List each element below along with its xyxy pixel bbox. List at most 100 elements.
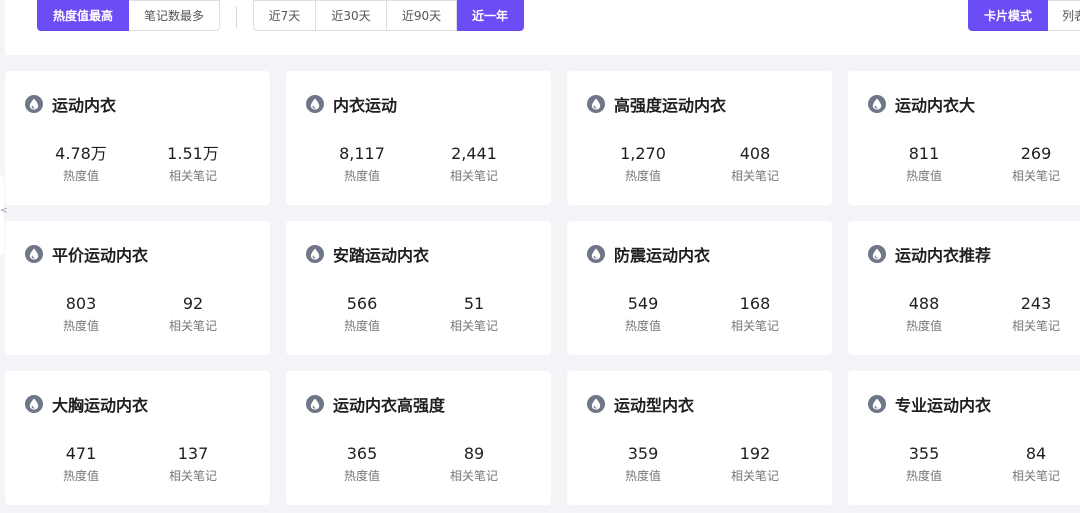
- notes-stat: 269 相关笔记: [986, 144, 1080, 183]
- keyword-card[interactable]: 专业运动内衣 355 热度值 84 相关笔记: [848, 371, 1080, 505]
- notes-label: 相关笔记: [449, 469, 498, 483]
- flame-icon: [868, 95, 886, 113]
- heat-value: 365: [346, 444, 378, 463]
- keyword-title: 运动内衣: [52, 96, 117, 115]
- keyword-card[interactable]: 高强度运动内衣 1,270 热度值 408 相关笔记: [567, 71, 832, 205]
- heat-stat: 359 热度值: [593, 444, 693, 483]
- card-title-row: 防震运动内衣: [587, 243, 710, 265]
- filter-toolbar: 热度值最高 笔记数最多 近7天 近30天 近90天 近一年 卡片模式 列表: [5, 0, 1080, 55]
- keyword-card[interactable]: 运动型内衣 359 热度值 192 相关笔记: [567, 371, 832, 505]
- notes-label: 相关笔记: [168, 469, 217, 483]
- heat-stat: 4.78万 热度值: [31, 144, 131, 183]
- heat-value: 549: [627, 294, 659, 313]
- heat-label: 热度值: [343, 319, 380, 333]
- keyword-title: 平价运动内衣: [52, 246, 149, 265]
- notes-label: 相关笔记: [449, 319, 498, 333]
- notes-label: 相关笔记: [1011, 169, 1060, 183]
- heat-label: 热度值: [343, 169, 380, 183]
- keyword-title: 运动型内衣: [614, 396, 695, 415]
- card-mode-button[interactable]: 卡片模式: [968, 0, 1048, 31]
- notes-label: 相关笔记: [449, 169, 498, 183]
- heat-stat: 566 热度值: [312, 294, 412, 333]
- card-title-row: 运动内衣大: [868, 93, 975, 115]
- heat-stat: 8,117 热度值: [312, 144, 412, 183]
- card-title-row: 高强度运动内衣: [587, 93, 726, 115]
- heat-value: 355: [908, 444, 940, 463]
- notes-stat: 168 相关笔记: [705, 294, 805, 333]
- notes-stat: 92 相关笔记: [143, 294, 243, 333]
- heat-stat: 803 热度值: [31, 294, 131, 333]
- notes-label: 相关笔记: [730, 319, 779, 333]
- heat-stat: 811 热度值: [874, 144, 974, 183]
- notes-stat: 243 相关笔记: [986, 294, 1080, 333]
- range-1y-button[interactable]: 近一年: [457, 0, 524, 31]
- keyword-card[interactable]: 平价运动内衣 803 热度值 92 相关笔记: [5, 221, 270, 355]
- notes-stat: 84 相关笔记: [986, 444, 1080, 483]
- flame-icon: [587, 95, 605, 113]
- card-title-row: 平价运动内衣: [25, 243, 148, 265]
- keyword-card[interactable]: 运动内衣 4.78万 热度值 1.51万 相关笔记: [5, 71, 270, 205]
- notes-stat: 89 相关笔记: [424, 444, 524, 483]
- keyword-title: 安踏运动内衣: [333, 246, 430, 265]
- flame-icon: [868, 395, 886, 413]
- heat-value: 566: [346, 294, 378, 313]
- heat-stat: 549 热度值: [593, 294, 693, 333]
- range-7d-button[interactable]: 近7天: [253, 0, 316, 31]
- flame-icon: [587, 245, 605, 263]
- keyword-card[interactable]: 运动内衣大 811 热度值 269 相关笔记: [848, 71, 1080, 205]
- notes-value: 243: [1020, 294, 1052, 313]
- heat-stat: 1,270 热度值: [593, 144, 693, 183]
- keyword-card[interactable]: 防震运动内衣 549 热度值 168 相关笔记: [567, 221, 832, 355]
- heat-label: 热度值: [343, 469, 380, 483]
- keyword-title: 大胸运动内衣: [52, 396, 149, 415]
- keyword-title: 高强度运动内衣: [614, 96, 727, 115]
- keyword-title: 内衣运动: [333, 96, 398, 115]
- notes-label: 相关笔记: [730, 169, 779, 183]
- keyword-card[interactable]: 大胸运动内衣 471 热度值 137 相关笔记: [5, 371, 270, 505]
- sort-by-notes-button[interactable]: 笔记数最多: [129, 0, 220, 31]
- heat-value: 1,270: [620, 144, 666, 163]
- keyword-card[interactable]: 运动内衣高强度 365 热度值 89 相关笔记: [286, 371, 551, 505]
- notes-stat: 51 相关笔记: [424, 294, 524, 333]
- notes-value: 51: [463, 294, 485, 313]
- range-30d-button[interactable]: 近30天: [316, 0, 387, 31]
- heat-label: 热度值: [624, 469, 661, 483]
- notes-value: 168: [739, 294, 771, 313]
- side-collapse-arrow-icon[interactable]: <: [0, 206, 8, 216]
- range-90d-button[interactable]: 近90天: [387, 0, 457, 31]
- notes-label: 相关笔记: [168, 169, 217, 183]
- heat-label: 热度值: [62, 169, 99, 183]
- keyword-title: 运动内衣高强度: [333, 396, 446, 415]
- card-title-row: 大胸运动内衣: [25, 393, 148, 415]
- heat-stat: 365 热度值: [312, 444, 412, 483]
- keyword-card[interactable]: 运动内衣推荐 488 热度值 243 相关笔记: [848, 221, 1080, 355]
- keyword-card[interactable]: 内衣运动 8,117 热度值 2,441 相关笔记: [286, 71, 551, 205]
- heat-label: 热度值: [62, 469, 99, 483]
- sort-by-heat-button[interactable]: 热度值最高: [37, 0, 129, 31]
- heat-stat: 488 热度值: [874, 294, 974, 333]
- card-title-row: 运动内衣高强度: [306, 393, 445, 415]
- keyword-title: 专业运动内衣: [895, 396, 992, 415]
- notes-stat: 1.51万 相关笔记: [143, 144, 243, 183]
- heat-label: 热度值: [62, 319, 99, 333]
- notes-value: 408: [739, 144, 771, 163]
- keyword-card[interactable]: 安踏运动内衣 566 热度值 51 相关笔记: [286, 221, 551, 355]
- notes-label: 相关笔记: [1011, 469, 1060, 483]
- notes-value: 2,441: [451, 144, 497, 163]
- heat-stat: 471 热度值: [31, 444, 131, 483]
- card-title-row: 安踏运动内衣: [306, 243, 429, 265]
- notes-value: 84: [1025, 444, 1047, 463]
- heat-value: 811: [908, 144, 940, 163]
- notes-label: 相关笔记: [1011, 319, 1060, 333]
- heat-value: 488: [908, 294, 940, 313]
- flame-icon: [868, 245, 886, 263]
- keyword-title: 运动内衣大: [895, 96, 976, 115]
- card-title-row: 运动内衣推荐: [868, 243, 991, 265]
- heat-label: 热度值: [624, 319, 661, 333]
- heat-stat: 355 热度值: [874, 444, 974, 483]
- heat-value: 8,117: [339, 144, 385, 163]
- list-mode-button[interactable]: 列表: [1048, 0, 1080, 31]
- toolbar-divider: [236, 6, 237, 28]
- notes-value: 192: [739, 444, 771, 463]
- notes-value: 137: [177, 444, 209, 463]
